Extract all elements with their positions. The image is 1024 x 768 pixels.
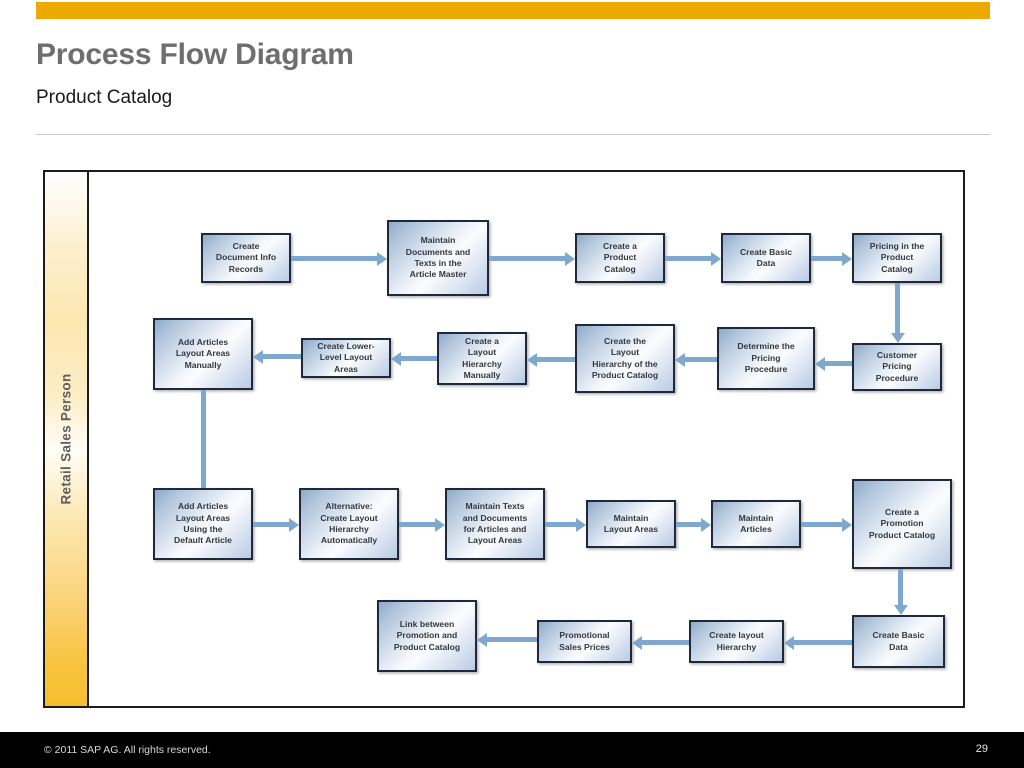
process-node-label: Pricing in the Product Catalog xyxy=(869,240,925,274)
process-node[interactable]: Create a Promotion Product Catalog xyxy=(852,479,952,569)
process-node-label: Maintain Articles xyxy=(738,512,774,534)
connector-line xyxy=(291,256,377,261)
process-node[interactable]: Link between Promotion and Product Catalog xyxy=(377,600,477,672)
process-node[interactable]: Promotional Sales Prices xyxy=(537,620,632,663)
connector-arrowhead xyxy=(435,517,445,532)
process-node-label: Create Basic Data xyxy=(739,246,793,268)
connector-line xyxy=(537,357,575,362)
process-node[interactable]: Create Basic Data xyxy=(721,233,811,283)
process-node[interactable]: Create a Product Catalog xyxy=(575,233,665,283)
process-node[interactable]: Alternative: Create Layout Hierarchy Automa… xyxy=(299,488,399,560)
connector-line xyxy=(676,522,701,527)
process-node[interactable]: Maintain Layout Areas xyxy=(586,500,676,548)
connector-arrowhead xyxy=(675,352,685,367)
page-title: Process Flow Diagram xyxy=(36,38,354,71)
process-node[interactable]: Maintain Articles xyxy=(711,500,801,548)
process-node-label: Alternative: Create Layout Hierarchy Automa… xyxy=(320,501,378,546)
process-node-label: Create Document Info Records xyxy=(215,240,277,274)
process-node-label: Create Basic Data xyxy=(872,630,925,652)
connector-arrowhead xyxy=(701,517,711,532)
process-node[interactable]: Create Basic Data xyxy=(852,615,945,668)
process-node-label: Create Lower- Level Layout Areas xyxy=(317,340,375,374)
process-node-label: Maintain Texts and Documents for Articles … xyxy=(462,501,528,546)
connector-line xyxy=(263,354,301,359)
top-accent-banner xyxy=(36,2,990,19)
connector-line xyxy=(487,637,537,642)
connector-line xyxy=(201,390,206,488)
process-node[interactable]: Add Articles Layout Areas Using the Default… xyxy=(153,488,253,560)
connector-arrowhead xyxy=(890,333,905,343)
connector-arrowhead xyxy=(253,349,263,364)
connector-line xyxy=(401,356,437,361)
connector-line xyxy=(665,256,711,261)
process-node-label: Determine the Pricing Procedure xyxy=(737,341,795,375)
process-node[interactable]: Customer Pricing Procedure xyxy=(852,343,942,391)
connector-line xyxy=(545,522,576,527)
process-node-label: Maintain Documents and Texts in the Article… xyxy=(405,235,471,280)
process-node[interactable]: Maintain Documents and Texts in the Article… xyxy=(387,220,489,296)
process-node-label: Link between Promotion and Product Catalog xyxy=(393,618,461,652)
connector-line xyxy=(895,283,900,333)
process-node-label: Create the Layout Hierarchy of the Product … xyxy=(591,335,659,380)
process-node[interactable]: Create Document Info Records xyxy=(201,233,291,283)
footer-copyright: © 2011 SAP AG. All rights reserved. xyxy=(44,744,211,756)
process-flow-diagram: Retail Sales Person Create Document Info R… xyxy=(43,170,965,708)
connector-line xyxy=(794,640,852,645)
connector-line xyxy=(253,522,289,527)
header-divider xyxy=(36,134,990,135)
connector-arrowhead xyxy=(377,251,387,266)
connector-arrowhead xyxy=(632,635,642,650)
swimlane-retail-sales-person: Retail Sales Person xyxy=(45,172,89,706)
connector-arrowhead xyxy=(842,517,852,532)
process-node-label: Add Articles Layout Areas Using the Default… xyxy=(174,501,232,546)
process-node-label: Promotional Sales Prices xyxy=(559,630,610,652)
process-node-label: Create a Promotion Product Catalog xyxy=(868,506,936,540)
connector-line xyxy=(489,256,565,261)
connector-arrowhead xyxy=(565,251,575,266)
connector-line xyxy=(825,361,852,366)
process-node[interactable]: Create Lower- Level Layout Areas xyxy=(301,338,391,378)
process-node[interactable]: Create the Layout Hierarchy of the Product … xyxy=(575,324,675,393)
connector-line xyxy=(685,357,717,362)
connector-arrowhead xyxy=(893,605,908,615)
connector-arrowhead xyxy=(784,635,794,650)
page-subtitle: Product Catalog xyxy=(36,87,173,108)
process-node[interactable]: Determine the Pricing Procedure xyxy=(717,327,815,390)
swimlane-label: Retail Sales Person xyxy=(58,373,74,505)
connector-line xyxy=(801,522,842,527)
connector-arrowhead xyxy=(576,517,586,532)
process-node-label: Create a Layout Hierarchy Manually xyxy=(462,335,502,380)
connector-line xyxy=(811,256,842,261)
process-node[interactable]: Maintain Texts and Documents for Articles … xyxy=(445,488,545,560)
process-node[interactable]: Pricing in the Product Catalog xyxy=(852,233,942,283)
footer-page-number: 29 xyxy=(975,743,988,755)
process-node-label: Maintain Layout Areas xyxy=(603,512,659,534)
connector-arrowhead xyxy=(527,352,537,367)
process-node-label: Add Articles Layout Areas Manually xyxy=(175,336,231,370)
diagram-canvas: Create Document Info Records Maintain Docume… xyxy=(89,172,963,706)
connector-arrowhead xyxy=(289,517,299,532)
connector-arrowhead xyxy=(391,351,401,366)
process-node[interactable]: Add Articles Layout Areas Manually xyxy=(153,318,253,390)
connector-arrowhead xyxy=(815,356,825,371)
process-node-label: Create layout Hierarchy xyxy=(709,630,764,652)
connector-arrowhead xyxy=(842,251,852,266)
process-node[interactable]: Create a Layout Hierarchy Manually xyxy=(437,332,527,385)
connector-arrowhead xyxy=(477,632,487,647)
process-node[interactable]: Create layout Hierarchy xyxy=(689,620,784,663)
connector-arrowhead xyxy=(711,251,721,266)
connector-line xyxy=(642,640,689,645)
connector-line xyxy=(898,569,903,605)
process-node-label: Create a Product Catalog xyxy=(603,240,637,274)
connector-line xyxy=(399,522,435,527)
process-node-label: Customer Pricing Procedure xyxy=(875,349,919,383)
